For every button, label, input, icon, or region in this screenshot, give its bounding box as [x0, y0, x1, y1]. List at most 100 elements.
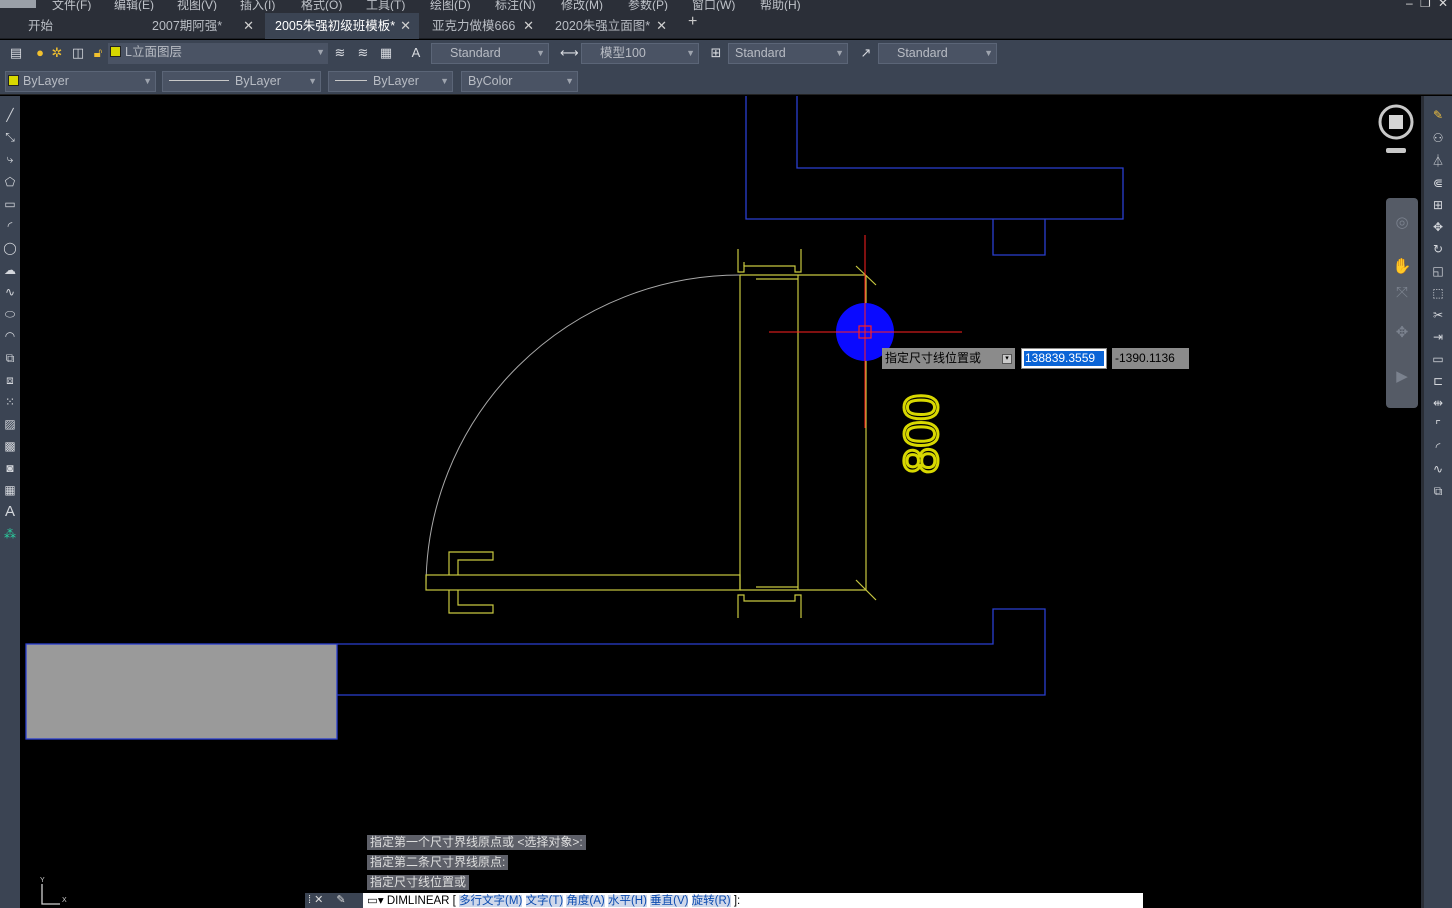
- option-mtext[interactable]: 多行文字(M): [459, 895, 523, 907]
- scale-icon[interactable]: ◱: [1424, 262, 1452, 280]
- option-angle[interactable]: 角度(A): [566, 895, 605, 907]
- dimension-style-icon[interactable]: ⟷: [560, 45, 579, 61]
- menu-view[interactable]: 视图(V): [177, 0, 217, 11]
- revision-cloud-icon[interactable]: ☁: [0, 261, 20, 279]
- tab-start[interactable]: 开始: [18, 13, 138, 39]
- menu-tools[interactable]: 工具(T): [366, 0, 405, 11]
- tab-2005-template[interactable]: 2005朱强初级班模板* ✕: [265, 13, 419, 39]
- add-selected-icon[interactable]: ⁂: [0, 525, 20, 543]
- menu-draw[interactable]: 绘图(D): [430, 0, 471, 11]
- break-icon[interactable]: ▭: [1424, 350, 1452, 368]
- arc-icon[interactable]: ◜: [0, 217, 20, 235]
- option-horizontal[interactable]: 水平(H): [607, 895, 647, 907]
- table-icon[interactable]: ▦: [0, 481, 20, 499]
- close-tab-icon[interactable]: ✕: [243, 13, 254, 39]
- spline-icon[interactable]: ∿: [0, 283, 20, 301]
- menu-file[interactable]: 文件(F): [52, 0, 91, 11]
- option-rotated[interactable]: 旋转(R): [691, 895, 731, 907]
- make-block-icon[interactable]: ⧈: [0, 371, 20, 389]
- showmotion-icon[interactable]: ▶: [1391, 366, 1413, 388]
- rectangle-icon[interactable]: ▭: [0, 195, 20, 213]
- mirror-icon[interactable]: ⏃: [1424, 152, 1452, 170]
- rotate-icon[interactable]: ↻: [1424, 240, 1452, 258]
- circle-icon[interactable]: ◯: [0, 239, 20, 257]
- menu-parametric[interactable]: 参数(P): [628, 0, 668, 11]
- viewcube-icon[interactable]: [1376, 103, 1416, 153]
- application-menu-button[interactable]: [0, 0, 36, 8]
- close-tab-icon[interactable]: ✕: [656, 13, 667, 39]
- trim-icon[interactable]: ✂: [1424, 306, 1452, 324]
- copy-icon[interactable]: ⚇: [1424, 129, 1452, 147]
- join-icon[interactable]: ⇹: [1424, 394, 1452, 412]
- sun-icon[interactable]: ✲: [49, 45, 65, 61]
- stretch-icon[interactable]: ⬚: [1424, 284, 1452, 302]
- multileader-style-dropdown[interactable]: Standard ▼: [878, 43, 997, 64]
- options-arrow-icon[interactable]: ▾: [1002, 354, 1012, 364]
- tab-2020-elevation[interactable]: 2020朱强立面图* ✕: [545, 13, 675, 39]
- close-command-icon[interactable]: ✕: [314, 894, 323, 906]
- chamfer-icon[interactable]: ⌜: [1424, 416, 1452, 434]
- polygon-icon[interactable]: ⬠: [0, 173, 20, 191]
- bulb-on-icon[interactable]: ●: [32, 45, 48, 61]
- option-text[interactable]: 文字(T): [525, 895, 564, 907]
- text-style-dropdown[interactable]: Standard ▼: [431, 43, 549, 64]
- tab-2007[interactable]: 2007期阿强* ✕: [142, 13, 262, 39]
- option-vertical[interactable]: 垂直(V): [650, 895, 689, 907]
- menu-edit[interactable]: 编辑(E): [114, 0, 154, 11]
- layer-previous-icon[interactable]: ▦: [378, 45, 394, 61]
- minimize-icon[interactable]: –: [1406, 0, 1413, 10]
- menu-modify[interactable]: 修改(M): [561, 0, 603, 11]
- layer-properties-icon[interactable]: ▤: [8, 45, 24, 61]
- extend-icon[interactable]: ⇥: [1424, 328, 1452, 346]
- command-line[interactable]: ⁞ ✕ ✎ ▭▾ DIMLINEAR [ 多行文字(M) 文字(T) 角度(A)…: [305, 893, 1143, 908]
- blend-curves-icon[interactable]: ∿: [1424, 460, 1452, 478]
- menu-help[interactable]: 帮助(H): [760, 0, 801, 11]
- new-tab-icon[interactable]: +: [688, 13, 697, 31]
- make-current-layer-icon[interactable]: ≋: [332, 45, 348, 61]
- steering-wheel-icon[interactable]: ◎: [1391, 212, 1413, 234]
- break-at-point-icon[interactable]: ⊏: [1424, 372, 1452, 390]
- line-icon[interactable]: ╱: [0, 106, 20, 124]
- layer-match-icon[interactable]: ≋: [355, 45, 371, 61]
- construction-line-icon[interactable]: ⤡: [0, 128, 20, 146]
- unlock-icon[interactable]: 🔓︎: [90, 45, 106, 61]
- layer-dropdown[interactable]: L立面图层 ▼: [108, 43, 328, 64]
- plotstyle-dropdown[interactable]: ByColor ▼: [461, 71, 578, 92]
- close-window-icon[interactable]: ✕: [1438, 0, 1448, 10]
- close-tab-icon[interactable]: ✕: [523, 13, 534, 39]
- ellipse-arc-icon[interactable]: ◠: [0, 327, 20, 345]
- lineweight-dropdown[interactable]: ByLayer ▼: [328, 71, 453, 92]
- color-dropdown[interactable]: ByLayer ▼: [5, 71, 156, 92]
- linetype-dropdown[interactable]: ByLayer ▼: [162, 71, 321, 92]
- polyline-icon[interactable]: ⤷: [0, 150, 20, 168]
- text-style-icon[interactable]: A: [408, 45, 424, 61]
- insert-block-icon[interactable]: ⧉: [0, 349, 20, 367]
- table-style-icon[interactable]: ⊞: [708, 45, 724, 61]
- zoom-extents-icon[interactable]: ⤧: [1391, 282, 1413, 304]
- gradient-icon[interactable]: ▩: [0, 437, 20, 455]
- explode-icon[interactable]: ⧉: [1424, 482, 1452, 500]
- menu-window[interactable]: 窗口(W): [692, 0, 735, 11]
- erase-icon[interactable]: ✎: [1424, 106, 1452, 124]
- orbit-icon[interactable]: ✥: [1391, 322, 1413, 344]
- dynamic-input-x-field[interactable]: 138839.3559: [1021, 348, 1107, 369]
- offset-icon[interactable]: ⋐: [1424, 174, 1452, 192]
- close-tab-icon[interactable]: ✕: [400, 13, 411, 39]
- multiline-text-icon[interactable]: A: [0, 503, 20, 521]
- grip-icon[interactable]: ⁞: [308, 894, 311, 906]
- tab-acrylic[interactable]: 亚克力做模666 ✕: [422, 13, 542, 39]
- viewport-freeze-icon[interactable]: ◫: [70, 45, 86, 61]
- dynamic-input-y-field[interactable]: -1390.1136: [1112, 348, 1189, 369]
- menu-format[interactable]: 格式(O): [301, 0, 342, 11]
- table-style-dropdown[interactable]: Standard ▼: [728, 43, 848, 64]
- drawing-canvas[interactable]: 800: [20, 96, 1421, 908]
- menu-insert[interactable]: 插入(I): [240, 0, 275, 11]
- pan-icon[interactable]: ✋: [1391, 256, 1413, 278]
- ellipse-icon[interactable]: ⬭: [0, 305, 20, 323]
- restore-icon[interactable]: ❐: [1420, 0, 1431, 10]
- menu-dimension[interactable]: 标注(N): [495, 0, 536, 11]
- move-icon[interactable]: ✥: [1424, 218, 1452, 236]
- array-icon[interactable]: ⊞: [1424, 196, 1452, 214]
- dimension-style-dropdown[interactable]: 模型100 ▼: [581, 43, 699, 64]
- hatch-icon[interactable]: ▨: [0, 415, 20, 433]
